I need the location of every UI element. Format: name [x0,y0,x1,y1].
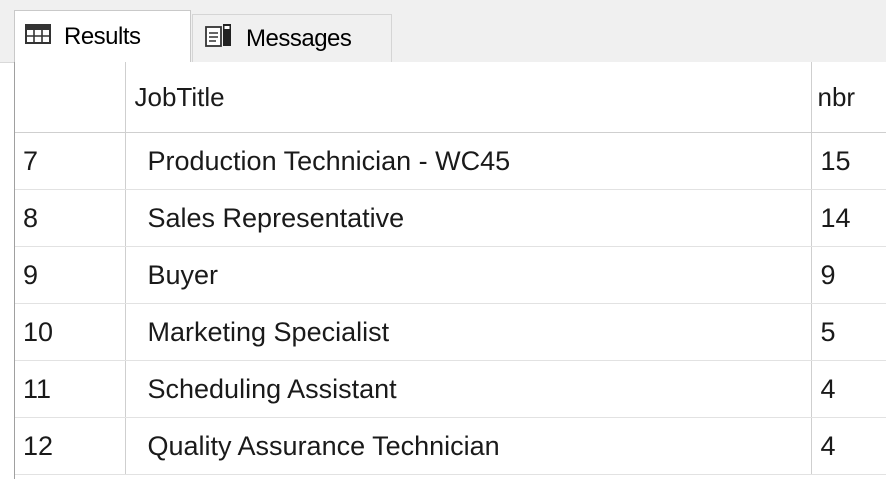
cell-jobtitle[interactable]: Quality Assurance Technician [125,417,812,475]
messages-icon [205,23,233,54]
results-pane: Results Messages JobTitle nbr 7 Producti… [0,0,886,479]
cell-nbr[interactable]: 9 [811,246,886,304]
tab-messages-label: Messages [246,24,352,52]
results-grid[interactable]: JobTitle nbr 7 Production Technician - W… [14,62,886,479]
header-row: JobTitle nbr [15,62,886,133]
cell-nbr[interactable]: 15 [811,132,886,190]
table-row[interactable]: 10 Marketing Specialist 5 [15,303,886,361]
cell-jobtitle[interactable]: Buyer [125,246,812,304]
cell-nbr[interactable]: 5 [811,303,886,361]
cell-jobtitle[interactable]: Scheduling Assistant [125,360,812,418]
row-number[interactable]: 10 [15,303,126,361]
column-header-row-number[interactable] [15,62,126,133]
row-number[interactable]: 12 [15,417,126,475]
tab-messages[interactable]: Messages [192,14,392,62]
table-row[interactable]: 8 Sales Representative 14 [15,189,886,247]
cell-jobtitle[interactable]: Sales Representative [125,189,812,247]
table-row[interactable]: 7 Production Technician - WC45 15 [15,132,886,190]
column-header-jobtitle[interactable]: JobTitle [125,62,812,133]
table-row[interactable]: 12 Quality Assurance Technician 4 [15,417,886,475]
tab-results-label: Results [64,23,141,50]
table-row[interactable]: 9 Buyer 9 [15,246,886,304]
result-tab-strip: Results Messages [0,0,886,63]
cell-nbr[interactable]: 4 [811,417,886,475]
table-row[interactable]: 11 Scheduling Assistant 4 [15,360,886,418]
row-number[interactable]: 7 [15,132,126,190]
cell-nbr[interactable]: 14 [811,189,886,247]
row-number[interactable]: 11 [15,360,126,418]
grid-icon [25,23,51,51]
cell-nbr[interactable]: 4 [811,360,886,418]
cell-jobtitle[interactable]: Production Technician - WC45 [125,132,812,190]
cell-jobtitle[interactable]: Marketing Specialist [125,303,812,361]
row-number[interactable]: 8 [15,189,126,247]
column-header-nbr[interactable]: nbr [811,62,886,133]
row-number[interactable]: 9 [15,246,126,304]
results-table: JobTitle nbr 7 Production Technician - W… [15,62,886,475]
tab-results[interactable]: Results [14,10,191,63]
